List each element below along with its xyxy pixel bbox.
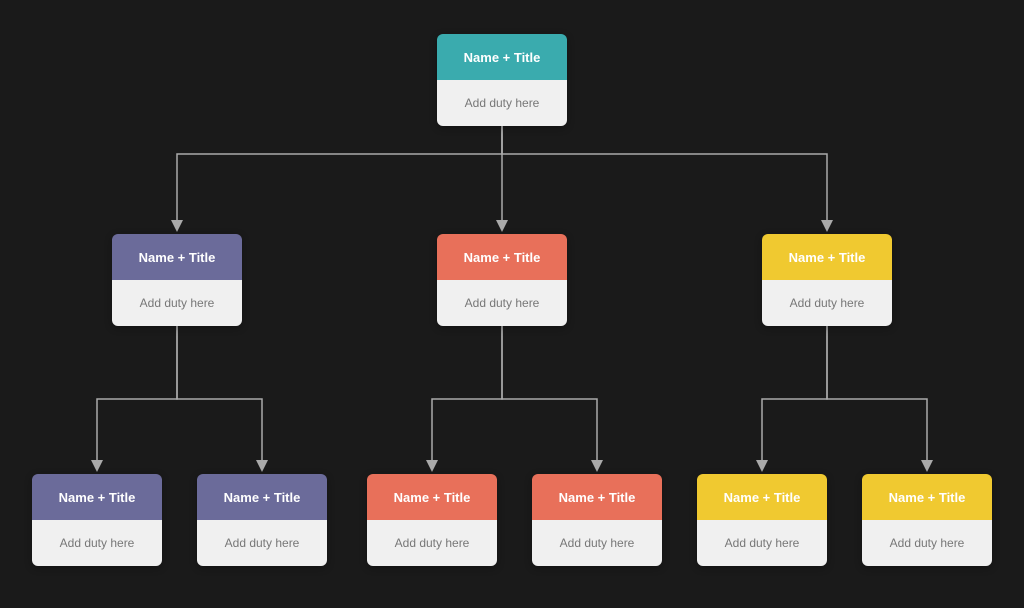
org-chart: Name + Title Add duty here Name + Title … [22, 14, 1002, 594]
bot-rr-node[interactable]: Name + Title Add duty here [862, 474, 992, 566]
mid-center-node[interactable]: Name + Title Add duty here [437, 234, 567, 326]
mid-right-node-header: Name + Title [762, 234, 892, 280]
bot-cr-node-header: Name + Title [532, 474, 662, 520]
bot-rl-node-header: Name + Title [697, 474, 827, 520]
mid-center-node-header: Name + Title [437, 234, 567, 280]
bot-cl-node-body: Add duty here [367, 520, 497, 566]
mid-right-node[interactable]: Name + Title Add duty here [762, 234, 892, 326]
mid-left-node-header: Name + Title [112, 234, 242, 280]
bot-ll-node-header: Name + Title [32, 474, 162, 520]
bot-lr-node-header: Name + Title [197, 474, 327, 520]
bot-cl-node[interactable]: Name + Title Add duty here [367, 474, 497, 566]
root-node-header: Name + Title [437, 34, 567, 80]
mid-left-node-body: Add duty here [112, 280, 242, 326]
mid-left-node[interactable]: Name + Title Add duty here [112, 234, 242, 326]
bot-rr-node-header: Name + Title [862, 474, 992, 520]
bot-cr-node[interactable]: Name + Title Add duty here [532, 474, 662, 566]
bot-ll-node[interactable]: Name + Title Add duty here [32, 474, 162, 566]
root-node-body: Add duty here [437, 80, 567, 126]
bot-ll-node-body: Add duty here [32, 520, 162, 566]
bot-rl-node[interactable]: Name + Title Add duty here [697, 474, 827, 566]
mid-right-node-body: Add duty here [762, 280, 892, 326]
bot-rr-node-body: Add duty here [862, 520, 992, 566]
bot-cr-node-body: Add duty here [532, 520, 662, 566]
bot-lr-node-body: Add duty here [197, 520, 327, 566]
bot-cl-node-header: Name + Title [367, 474, 497, 520]
bot-lr-node[interactable]: Name + Title Add duty here [197, 474, 327, 566]
root-node[interactable]: Name + Title Add duty here [437, 34, 567, 126]
mid-center-node-body: Add duty here [437, 280, 567, 326]
bot-rl-node-body: Add duty here [697, 520, 827, 566]
